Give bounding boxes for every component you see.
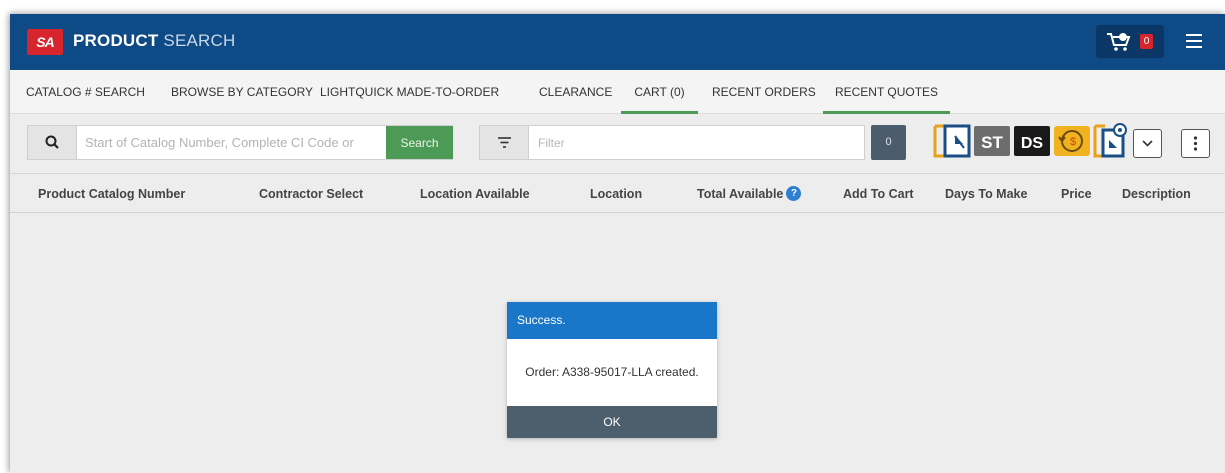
col-location-available[interactable]: Location Available xyxy=(420,175,530,213)
col-add-to-cart[interactable]: Add To Cart xyxy=(843,175,914,213)
col-description[interactable]: Description xyxy=(1122,175,1191,213)
col-price[interactable]: Price xyxy=(1061,175,1092,213)
app-title: PRODUCT SEARCH xyxy=(73,31,235,51)
search-button[interactable]: Search xyxy=(386,126,453,159)
dialog-message: Order: A338-95017-LLA created. xyxy=(525,365,699,379)
help-icon[interactable]: ? xyxy=(786,185,802,201)
tab-catalog-search[interactable]: CATALOG # SEARCH xyxy=(26,70,145,114)
cart-icon xyxy=(1107,33,1131,51)
tab-browse-by-category[interactable]: BROWSE BY CATEGORY xyxy=(171,70,313,114)
search-icon xyxy=(45,135,59,149)
hamburger-menu-icon[interactable] xyxy=(1186,34,1202,48)
tab-clearance[interactable]: CLEARANCE xyxy=(539,70,612,114)
results-table-header: Product Catalog Number Contractor Select… xyxy=(10,175,1225,213)
app-title-bold: PRODUCT xyxy=(73,31,159,50)
result-count-button[interactable]: 0 xyxy=(871,125,906,160)
select-frame-icon[interactable] xyxy=(933,122,971,160)
ok-button[interactable]: OK xyxy=(507,406,717,438)
search-icon-box xyxy=(28,126,77,159)
tab-recent-orders[interactable]: RECENT ORDERS xyxy=(712,70,816,114)
brand-logo: SA xyxy=(27,29,63,55)
price-refresh-icon[interactable]: $ xyxy=(1053,122,1091,160)
more-options-button[interactable] xyxy=(1181,129,1210,158)
tab-lightquick-made-to-order[interactable]: LIGHTQUICK MADE-TO-ORDER xyxy=(320,70,499,114)
col-total-available[interactable]: Total Available? xyxy=(697,175,802,213)
col-contractor-select[interactable]: Contractor Select xyxy=(259,175,363,213)
filter-input[interactable] xyxy=(529,126,864,159)
filter-group xyxy=(479,125,865,160)
cart-count-badge: 0 xyxy=(1140,34,1153,49)
app-window: SA PRODUCT SEARCH 0 CATALOG # SEARCH BRO… xyxy=(10,14,1225,473)
nav-tabs: CATALOG # SEARCH BROWSE BY CATEGORY LIGH… xyxy=(10,70,1225,114)
catalog-search-input[interactable] xyxy=(77,126,385,159)
search-group: Search xyxy=(27,125,453,160)
ds-label: DS xyxy=(1021,135,1044,152)
app-title-light: SEARCH xyxy=(163,31,236,50)
col-total-available-label: Total Available xyxy=(697,187,784,201)
cart-button[interactable]: 0 xyxy=(1096,25,1164,58)
chevron-down-icon xyxy=(1142,140,1153,147)
top-bar: SA PRODUCT SEARCH 0 xyxy=(10,14,1225,70)
ds-icon[interactable]: DS xyxy=(1013,122,1051,160)
col-location[interactable]: Location xyxy=(590,175,642,213)
expand-dropdown-button[interactable] xyxy=(1133,129,1162,158)
filter-icon xyxy=(498,137,511,148)
config-frame-icon[interactable] xyxy=(1093,122,1131,160)
col-product-catalog-number[interactable]: Product Catalog Number xyxy=(38,175,185,213)
svg-text:$: $ xyxy=(1070,136,1076,148)
filter-icon-box xyxy=(480,126,529,159)
tab-cart[interactable]: CART (0) xyxy=(621,70,698,114)
st-label: ST xyxy=(981,133,1003,152)
success-dialog: Success. Order: A338-95017-LLA created. … xyxy=(507,302,717,438)
tab-recent-quotes[interactable]: RECENT QUOTES xyxy=(823,70,950,114)
col-days-to-make[interactable]: Days To Make xyxy=(945,175,1027,213)
toolbar: Search 0 ST DS xyxy=(10,114,1225,174)
vertical-ellipsis-icon xyxy=(1193,136,1198,151)
st-icon[interactable]: ST xyxy=(973,122,1011,160)
dialog-title: Success. xyxy=(507,302,717,339)
